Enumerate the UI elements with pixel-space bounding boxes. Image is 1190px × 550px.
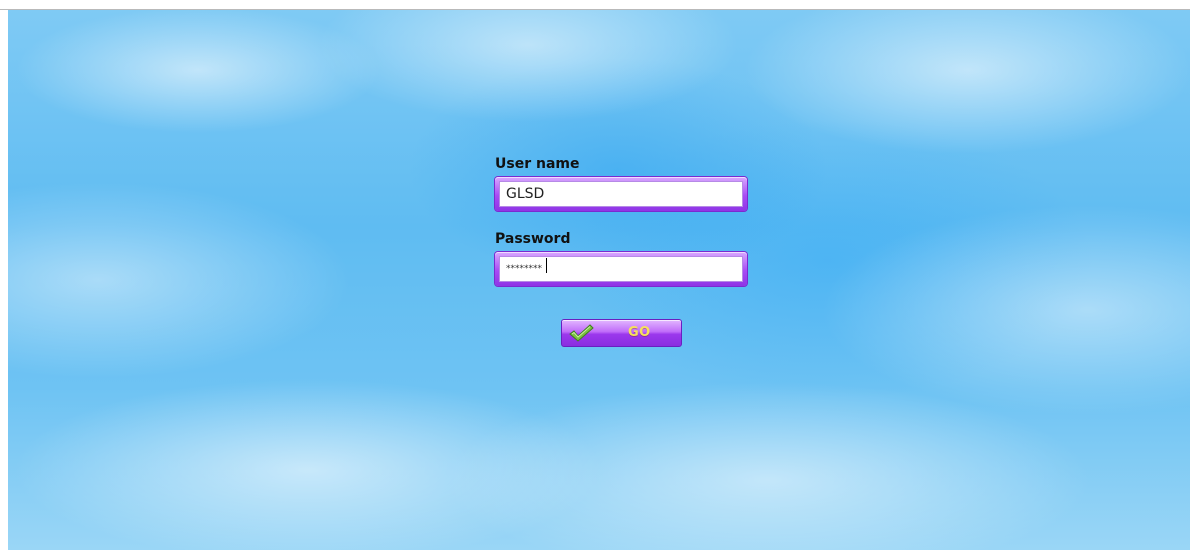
checkmark-icon — [569, 324, 594, 342]
text-caret — [546, 258, 547, 273]
password-input[interactable] — [499, 256, 743, 282]
password-field-frame — [495, 252, 747, 286]
username-label: User name — [495, 156, 580, 172]
username-field-frame — [495, 177, 747, 211]
login-screen: User name Password GO — [0, 0, 1190, 550]
go-button[interactable]: GO — [561, 319, 682, 347]
password-label: Password — [495, 231, 571, 247]
go-button-label: GO — [628, 325, 651, 340]
username-input[interactable] — [499, 181, 743, 207]
